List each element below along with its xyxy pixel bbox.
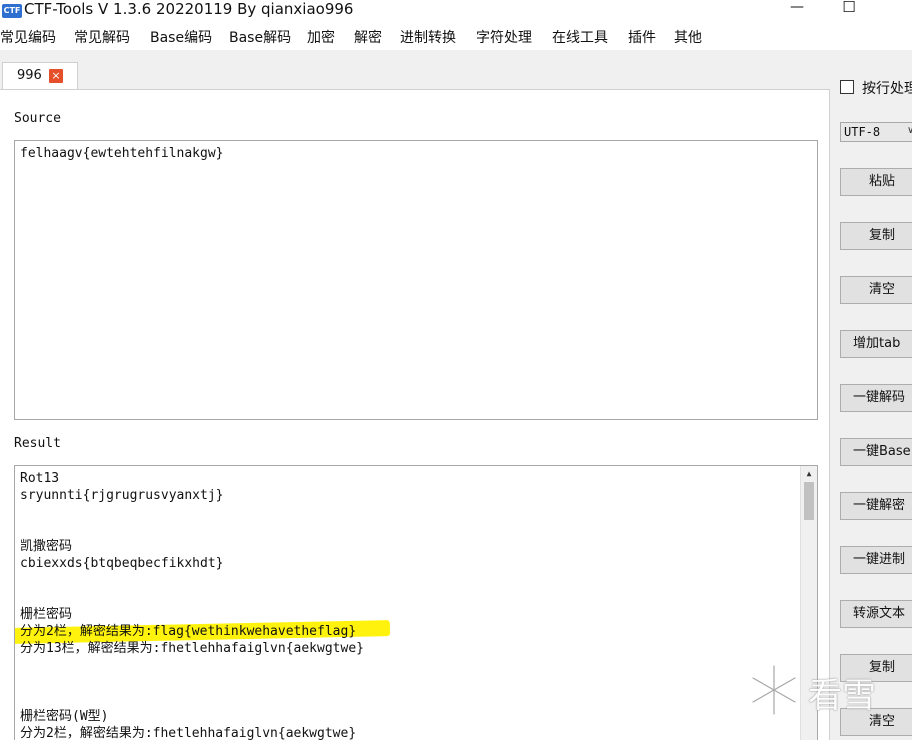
menu-base-encode[interactable]: Base编码 <box>150 29 212 47</box>
encoding-select[interactable]: UTF-8 ∨ <box>840 122 912 142</box>
title-bar: CTF CTF-Tools V 1.3.6 20220119 By qianxi… <box>0 0 912 26</box>
result-scrollbar[interactable]: ▲ <box>800 466 817 740</box>
menu-common-encode[interactable]: 常见编码 <box>0 29 56 47</box>
maximize-button[interactable]: ☐ <box>826 0 872 20</box>
copy-button[interactable]: 复制 <box>840 222 912 250</box>
result-line: 栅栏密码(W型) <box>20 708 800 725</box>
source-label: Source <box>14 111 61 126</box>
menu-other[interactable]: 其他 <box>674 29 702 47</box>
result-line-text: Rot13 <box>20 471 60 486</box>
paste-button[interactable]: 粘贴 <box>840 168 912 196</box>
window-title: CTF-Tools V 1.3.6 20220119 By qianxiao99… <box>24 0 354 18</box>
result-textarea[interactable]: Rot13 sryunnti{rjgrugrusvyanxtj} 凯撒密码 cbiex… <box>14 465 818 740</box>
scroll-up-icon[interactable]: ▲ <box>803 468 815 480</box>
menu-decrypt[interactable]: 解密 <box>354 29 382 47</box>
result-line <box>20 657 800 674</box>
result-line <box>20 521 800 538</box>
result-line <box>20 691 800 708</box>
main-panel: Source felhaagv{ewtehtehfilnakgw} Result… <box>0 89 830 740</box>
line-by-line-checkbox[interactable] <box>840 80 854 94</box>
clear-button[interactable]: 清空 <box>840 276 912 304</box>
result-line-text: 凯撒密码 <box>20 539 73 554</box>
tab-bar: 996 × <box>0 50 912 90</box>
result-line-text: 分为2栏，解密结果为:flag{wethinkwehavetheflag} <box>20 624 357 639</box>
tab-label: 996 <box>17 68 42 83</box>
menu-string-process[interactable]: 字符处理 <box>476 29 532 47</box>
menu-bar: 常见编码 常见解码 Base编码 Base解码 加密 解密 进制转换 字符处理 … <box>0 26 912 50</box>
result-line: 分为13栏，解密结果为:fhetlehhafaiglvn{aekwgtwe} <box>20 640 800 657</box>
result-line-text: cbiexxds{btqbeqbecfikxhdt} <box>20 556 224 571</box>
close-tab-icon[interactable]: × <box>49 69 63 83</box>
result-lines: Rot13 sryunnti{rjgrugrusvyanxtj} 凯撒密码 cbiex… <box>15 470 800 740</box>
result-line <box>20 674 800 691</box>
result-label: Result <box>14 436 61 451</box>
encoding-value: UTF-8 <box>844 125 881 139</box>
app-logo-icon: CTF <box>2 4 22 18</box>
result-line: 凯撒密码 <box>20 538 800 555</box>
result-line: sryunnti{rjgrugrusvyanxtj} <box>20 487 800 504</box>
result-line: cbiexxds{btqbeqbecfikxhdt} <box>20 555 800 572</box>
tab-996[interactable]: 996 × <box>2 62 78 90</box>
one-click-base-button[interactable]: 一键Base <box>840 438 912 466</box>
scroll-thumb[interactable] <box>804 482 814 520</box>
add-tab-button[interactable]: 增加tab <box>840 330 912 358</box>
menu-common-decode[interactable]: 常见解码 <box>74 29 130 47</box>
chevron-down-icon: ∨ <box>907 125 912 136</box>
minimize-button[interactable]: — <box>774 0 820 20</box>
result-line <box>20 589 800 606</box>
result-line: 栅栏密码 <box>20 606 800 623</box>
app-window: CTF CTF-Tools V 1.3.6 20220119 By qianxi… <box>0 0 912 740</box>
to-source-text-button[interactable]: 转源文本 <box>840 600 912 628</box>
one-click-radix-button[interactable]: 一键进制 <box>840 546 912 574</box>
result-line-text: 栅栏密码 <box>20 607 73 622</box>
menu-online-tools[interactable]: 在线工具 <box>552 29 608 47</box>
source-text: felhaagv{ewtehtehfilnakgw} <box>20 146 224 161</box>
menu-encrypt[interactable]: 加密 <box>307 29 335 47</box>
result-line-text: 分为2栏，解密结果为:fhetlehhafaiglvn{aekwgtwe} <box>20 726 357 740</box>
result-line <box>20 504 800 521</box>
result-line: 分为2栏，解密结果为:flag{wethinkwehavetheflag} <box>15 620 800 644</box>
copy-result-button[interactable]: 复制 <box>840 654 912 682</box>
menu-base-decode[interactable]: Base解码 <box>229 29 291 47</box>
result-line: 分为2栏，解密结果为:fhetlehhafaiglvn{aekwgtwe} <box>20 725 800 740</box>
result-line-text: sryunnti{rjgrugrusvyanxtj} <box>20 488 224 503</box>
result-line-text: 栅栏密码(W型) <box>20 709 109 724</box>
menu-plugins[interactable]: 插件 <box>628 29 656 47</box>
result-line: Rot13 <box>20 470 800 487</box>
line-by-line-label: 按行处理 <box>862 81 912 97</box>
clear-result-button[interactable]: 清空 <box>840 708 912 736</box>
one-click-decrypt-button[interactable]: 一键解密 <box>840 492 912 520</box>
result-line-text: 分为13栏，解密结果为:fhetlehhafaiglvn{aekwgtwe} <box>20 641 364 656</box>
menu-base-convert[interactable]: 进制转换 <box>400 29 456 47</box>
result-line <box>20 572 800 589</box>
source-textarea[interactable]: felhaagv{ewtehtehfilnakgw} <box>14 140 818 420</box>
one-click-decode-button[interactable]: 一键解码 <box>840 384 912 412</box>
right-panel: 按行处理 UTF-8 ∨ 粘贴 复制 清空 增加tab 一键解码 一键Base … <box>830 50 912 740</box>
